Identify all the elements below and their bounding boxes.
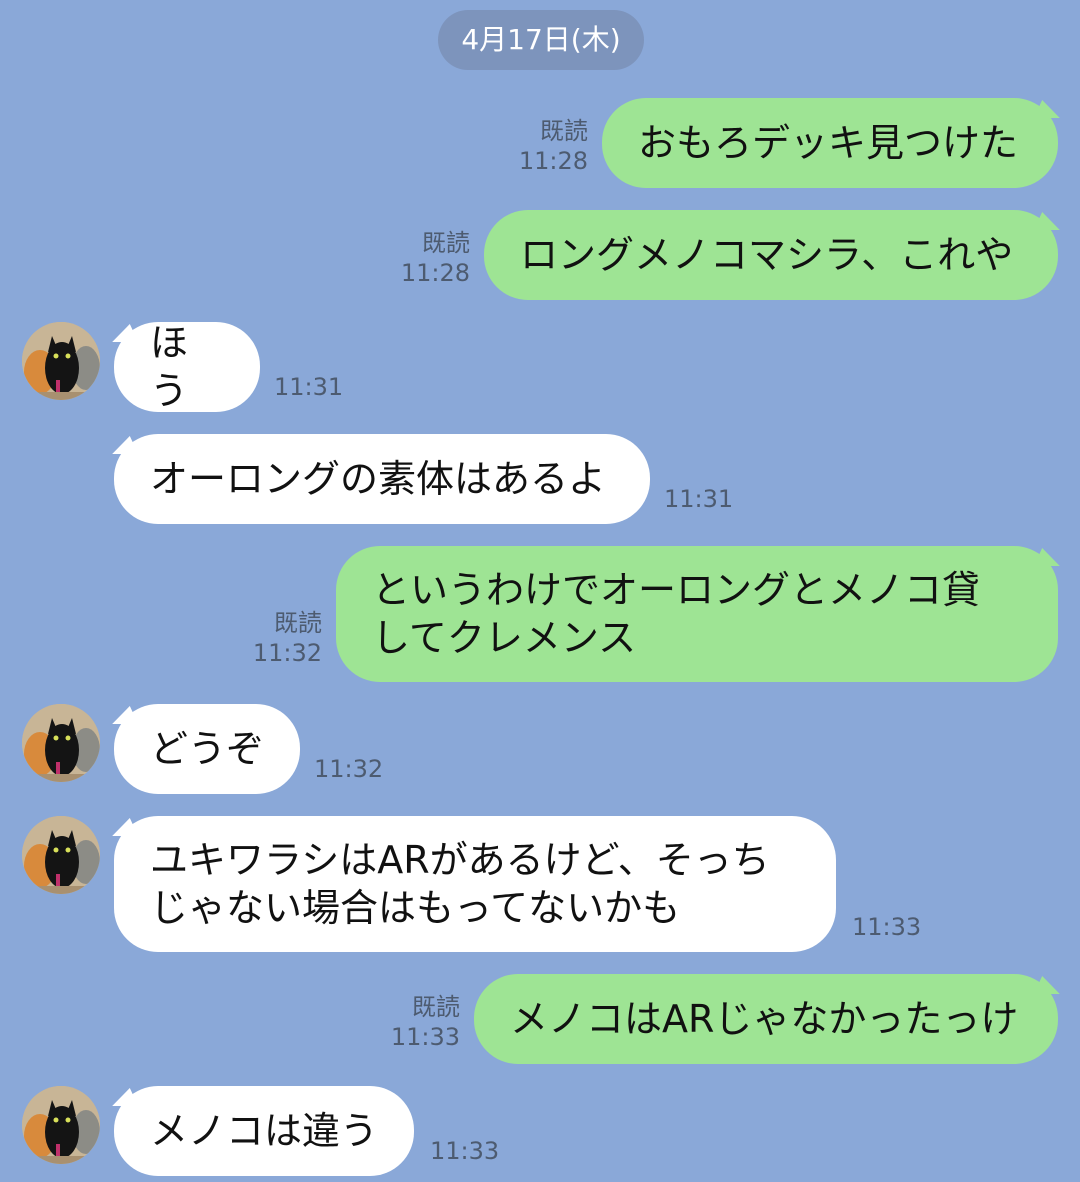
message-time: 11:32 <box>252 639 322 667</box>
message-time: 11:33 <box>852 913 922 941</box>
message-text: おもろデッキ見つけた <box>638 121 1019 165</box>
message-meta: 既読 11:33 <box>391 992 460 1052</box>
message-bubble-incoming[interactable]: メノコは違う <box>114 1086 414 1176</box>
cat-avatar-icon <box>22 1086 100 1164</box>
message-text: ほう <box>150 321 189 413</box>
cat-avatar-icon <box>22 816 100 894</box>
contact-avatar[interactable] <box>22 816 100 894</box>
message-meta: 既読 11:32 <box>253 608 322 668</box>
read-receipt: 既読 <box>274 609 322 637</box>
cat-avatar-icon <box>22 322 100 400</box>
message-time: 11:31 <box>274 373 344 401</box>
message-time: 11:33 <box>390 1023 460 1051</box>
message-time: 11:28 <box>518 147 588 175</box>
message-text: というわけでオーロングとメノコ貸 してクレメンス <box>372 568 981 660</box>
message-bubble-incoming[interactable]: オーロングの素体はあるよ <box>114 434 650 524</box>
message-bubble-incoming[interactable]: ユキワラシはARがあるけど、そっち じゃない場合はもってないかも <box>114 816 836 952</box>
message-bubble-outgoing[interactable]: おもろデッキ見つけた <box>602 98 1058 188</box>
contact-avatar[interactable] <box>22 1086 100 1164</box>
message-text: メノコはARじゃなかったっけ <box>510 997 1019 1041</box>
message-text: ユキワラシはARがあるけど、そっち じゃない場合はもってないかも <box>150 838 770 930</box>
message-meta: 既読 11:28 <box>401 228 470 288</box>
message-meta: 11:31 <box>274 372 343 402</box>
chat-area[interactable]: 4月17日(木) おもろデッキ見つけた 既読 11:28 ロングメノコマシラ、こ… <box>0 0 1080 1182</box>
message-time: 11:31 <box>664 485 734 513</box>
message-text: どうぞ <box>150 727 265 771</box>
contact-avatar[interactable] <box>22 322 100 400</box>
message-bubble-outgoing[interactable]: メノコはARじゃなかったっけ <box>474 974 1058 1064</box>
cat-avatar-icon <box>22 704 100 782</box>
message-text: メノコは違う <box>150 1109 379 1153</box>
contact-avatar[interactable] <box>22 704 100 782</box>
message-meta: 既読 11:28 <box>519 116 588 176</box>
message-time: 11:28 <box>400 259 470 287</box>
message-time: 11:33 <box>430 1137 500 1165</box>
read-receipt: 既読 <box>412 993 460 1021</box>
read-receipt: 既読 <box>540 117 588 145</box>
message-bubble-incoming[interactable]: ほう <box>114 321 260 413</box>
message-bubble-incoming[interactable]: どうぞ <box>114 704 300 794</box>
message-meta: 11:32 <box>314 754 383 784</box>
message-meta: 11:31 <box>664 484 733 514</box>
date-separator: 4月17日(木) <box>438 10 644 70</box>
message-meta: 11:33 <box>430 1136 499 1166</box>
message-time: 11:32 <box>314 755 384 783</box>
message-text: オーロングの素体はあるよ <box>150 457 607 501</box>
read-receipt: 既読 <box>422 229 470 257</box>
message-text: ロングメノコマシラ、これや <box>520 233 1014 277</box>
message-meta: 11:33 <box>852 912 921 942</box>
message-bubble-outgoing[interactable]: というわけでオーロングとメノコ貸 してクレメンス <box>336 546 1058 682</box>
message-bubble-outgoing[interactable]: ロングメノコマシラ、これや <box>484 210 1058 300</box>
